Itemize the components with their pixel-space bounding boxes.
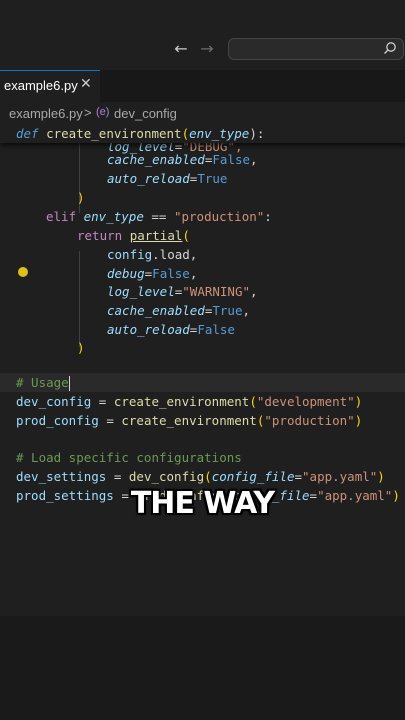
code-line: # Load specific configurations xyxy=(16,450,242,465)
code-editor[interactable]: def create_environment(env_type): log_le… xyxy=(0,124,405,616)
breadcrumb-file[interactable]: example6.py xyxy=(9,106,83,121)
lightbulb-icon[interactable] xyxy=(18,267,28,277)
tab-example6[interactable]: example6.py ✕ xyxy=(0,70,100,102)
code-line: auto_reload=False xyxy=(107,322,235,337)
code-line: dev_settings = dev_config(config_file="a… xyxy=(16,469,385,484)
tab-label: example6.py xyxy=(4,78,78,93)
code-line: cache_enabled=False, xyxy=(107,152,258,167)
code-line: # Usage xyxy=(16,375,70,391)
breadcrumb: example6.py > (e) dev_config xyxy=(0,102,405,124)
code-line: auto_reload=True xyxy=(107,171,228,186)
code-line: elif env_type == "production": xyxy=(46,209,272,224)
indent-guide xyxy=(79,251,80,347)
top-bar xyxy=(0,0,405,30)
chevron-right-icon: > xyxy=(84,105,92,120)
code-line: cache_enabled=True, xyxy=(107,303,251,318)
bottom-area xyxy=(0,616,405,720)
code-line: dev_config = create_environment("develop… xyxy=(16,394,363,409)
search-icon xyxy=(384,42,396,54)
code-line: def create_environment(env_type): xyxy=(16,126,265,141)
command-center-search[interactable] xyxy=(228,38,404,60)
code-line: ) xyxy=(77,190,85,205)
code-line: log_level="WARNING", xyxy=(107,284,258,299)
tab-bar: example6.py ✕ xyxy=(0,70,405,102)
arrow-left-icon[interactable]: ← xyxy=(172,40,190,58)
breadcrumb-symbol[interactable]: dev_config xyxy=(114,106,177,121)
variable-icon: (e) xyxy=(96,106,110,118)
text-cursor xyxy=(68,376,70,391)
sticky-scroll-header[interactable]: def create_environment(env_type): xyxy=(0,124,405,143)
code-line: ) xyxy=(77,340,85,355)
code-line: debug=False, xyxy=(107,266,198,281)
arrow-right-icon[interactable]: → xyxy=(198,40,216,58)
video-caption: THE WAY xyxy=(130,486,275,521)
code-line: prod_config = create_environment("produc… xyxy=(16,413,363,428)
code-line: config.load, xyxy=(107,247,198,262)
close-icon[interactable]: ✕ xyxy=(80,76,92,92)
code-line: return partial( xyxy=(77,228,190,243)
